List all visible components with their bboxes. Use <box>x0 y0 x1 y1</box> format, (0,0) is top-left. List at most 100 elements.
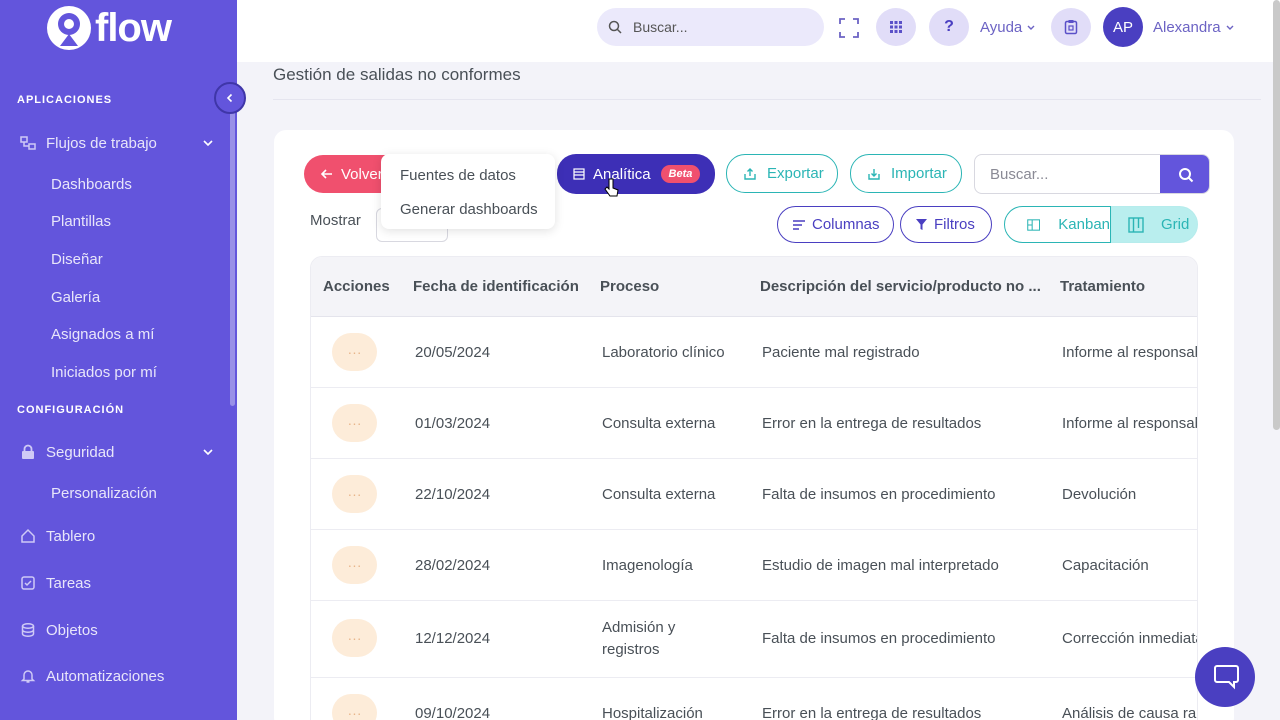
table-row[interactable]: ··· 09/10/2024 Hospitalización Error en … <box>311 678 1197 720</box>
cell-fecha: 28/02/2024 <box>415 557 491 574</box>
sidebar-item-tareas[interactable]: Tareas <box>0 568 230 598</box>
grid-icon <box>1128 216 1144 233</box>
table-row[interactable]: ··· 20/05/2024 Laboratorio clínico Pacie… <box>311 317 1197 388</box>
sidebar-subitem-iniciados[interactable]: Iniciados por mí <box>51 364 157 381</box>
global-search-placeholder: Buscar... <box>633 19 688 35</box>
cell-proceso-line-2: registros <box>602 641 660 658</box>
kanban-view-button[interactable]: Kanban <box>1004 206 1111 243</box>
import-icon <box>868 168 880 180</box>
sidebar-item-label: Objetos <box>46 621 98 639</box>
cell-tratamiento: Corrección inmediata <box>1062 630 1198 647</box>
cell-tratamiento: Capacitación <box>1062 557 1149 574</box>
cell-descripcion: Error en la entrega de resultados <box>762 705 982 720</box>
cell-descripcion: Paciente mal registrado <box>762 344 920 361</box>
page-scrollbar[interactable] <box>1273 0 1280 430</box>
row-actions-button[interactable]: ··· <box>332 619 377 657</box>
apps-grid-button[interactable] <box>876 8 916 46</box>
cell-descripcion: Estudio de imagen mal interpretado <box>762 557 999 574</box>
table-search-input[interactable]: Buscar... <box>974 154 1210 194</box>
grid-label: Grid <box>1161 216 1190 233</box>
grid-view-button[interactable]: Grid <box>1111 206 1198 243</box>
help-menu[interactable]: Ayuda <box>980 19 1036 36</box>
sidebar-subitem-galeria[interactable]: Galería <box>51 289 100 306</box>
table-icon <box>573 168 585 180</box>
sidebar-subitem-personalizacion[interactable]: Personalización <box>51 485 157 502</box>
sidebar-subitem-asignados[interactable]: Asignados a mí <box>51 326 154 343</box>
sidebar-item-label: Seguridad <box>46 443 115 461</box>
sidebar-subitem-dashboards[interactable]: Dashboards <box>51 176 132 193</box>
table-row[interactable]: ··· 12/12/2024 Admisión y registros Falt… <box>311 601 1198 678</box>
column-header-proceso[interactable]: Proceso <box>600 278 659 295</box>
sidebar-item-automatizaciones[interactable]: Automatizaciones <box>0 661 230 691</box>
table-row[interactable]: ··· 01/03/2024 Consulta externa Error en… <box>311 388 1197 459</box>
cell-fecha: 20/05/2024 <box>415 344 491 361</box>
column-header-acciones[interactable]: Acciones <box>323 278 390 295</box>
sidebar-subitem-disenar[interactable]: Diseñar <box>51 251 103 268</box>
sidebar-item-flujos-de-trabajo[interactable]: Flujos de trabajo <box>0 128 230 158</box>
sidebar-item-label: Automatizaciones <box>46 667 165 685</box>
cell-proceso: Consulta externa <box>602 415 716 432</box>
columns-button[interactable]: Columnas <box>777 206 894 243</box>
back-label: Volver <box>341 165 383 183</box>
sidebar-item-tablero[interactable]: Tablero <box>0 521 230 551</box>
home-icon <box>21 528 35 543</box>
clipboard-button[interactable] <box>1051 8 1091 46</box>
search-icon <box>1178 168 1193 183</box>
help-button[interactable]: ? <box>929 8 969 46</box>
user-avatar[interactable]: AP <box>1103 7 1143 47</box>
table-row[interactable]: ··· 22/10/2024 Consulta externa Falta de… <box>311 459 1197 530</box>
mouse-pointer-icon <box>604 178 620 203</box>
import-button[interactable]: Importar <box>850 154 962 193</box>
beta-badge: Beta <box>660 165 701 183</box>
column-header-descripcion[interactable]: Descripción del servicio/producto no ... <box>760 278 1041 295</box>
cell-fecha: 12/12/2024 <box>415 630 491 647</box>
flow-logo-icon <box>47 6 91 50</box>
cell-descripcion: Falta de insumos en procedimiento <box>762 630 996 647</box>
search-submit-button[interactable] <box>1160 155 1209 193</box>
cell-proceso: Hospitalización <box>602 705 703 720</box>
chat-support-button[interactable] <box>1195 647 1255 707</box>
export-button[interactable]: Exportar <box>726 154 838 193</box>
row-actions-button[interactable]: ··· <box>332 546 377 584</box>
section-title-aplicaciones: APLICACIONES <box>17 94 113 106</box>
chevron-down-icon <box>203 140 213 147</box>
row-actions-button[interactable]: ··· <box>332 404 377 442</box>
clipboard-icon <box>1064 20 1078 35</box>
chat-icon <box>1214 665 1239 690</box>
chevron-down-icon <box>203 449 213 456</box>
table-header: Acciones Fecha de identificación Proceso… <box>311 257 1197 317</box>
database-icon <box>21 623 35 637</box>
kanban-icon <box>1027 218 1041 231</box>
menu-item-generar-dashboards[interactable]: Generar dashboards <box>400 201 538 218</box>
user-menu[interactable]: Alexandra <box>1153 19 1235 36</box>
search-icon <box>608 20 622 34</box>
sidebar-item-objetos[interactable]: Objetos <box>0 615 230 645</box>
column-header-fecha[interactable]: Fecha de identificación <box>413 278 579 295</box>
cell-proceso: Imagenología <box>602 557 693 574</box>
sidebar-collapse-button[interactable] <box>214 82 246 114</box>
app-logo[interactable]: flow <box>47 6 172 50</box>
global-search-input[interactable]: Buscar... <box>597 8 824 46</box>
row-actions-button[interactable]: ··· <box>332 333 377 371</box>
columns-icon <box>793 219 805 230</box>
sidebar-item-seguridad[interactable]: Seguridad <box>0 437 230 467</box>
menu-item-fuentes-de-datos[interactable]: Fuentes de datos <box>400 167 516 184</box>
row-actions-button[interactable]: ··· <box>332 694 377 720</box>
cell-descripcion: Error en la entrega de resultados <box>762 415 982 432</box>
filters-button[interactable]: Filtros <box>900 206 992 243</box>
sidebar-scrollbar[interactable] <box>230 100 235 406</box>
sidebar-item-label: Tablero <box>46 527 96 545</box>
export-label: Exportar <box>767 165 824 182</box>
analytics-dropdown-menu: Fuentes de datos Generar dashboards <box>381 154 555 229</box>
sidebar-subitem-plantillas[interactable]: Plantillas <box>51 213 111 230</box>
column-header-tratamiento[interactable]: Tratamiento <box>1060 278 1145 295</box>
bell-icon <box>20 670 36 683</box>
row-actions-button[interactable]: ··· <box>332 475 377 513</box>
show-entries-label: Mostrar <box>310 212 361 229</box>
cell-fecha: 22/10/2024 <box>415 486 491 503</box>
export-icon <box>744 167 756 180</box>
fullscreen-button[interactable] <box>836 15 862 41</box>
chevron-down-icon <box>1226 25 1234 30</box>
table-row[interactable]: ··· 28/02/2024 Imagenología Estudio de i… <box>311 530 1197 601</box>
analytics-button[interactable]: Analítica Beta <box>557 154 715 194</box>
